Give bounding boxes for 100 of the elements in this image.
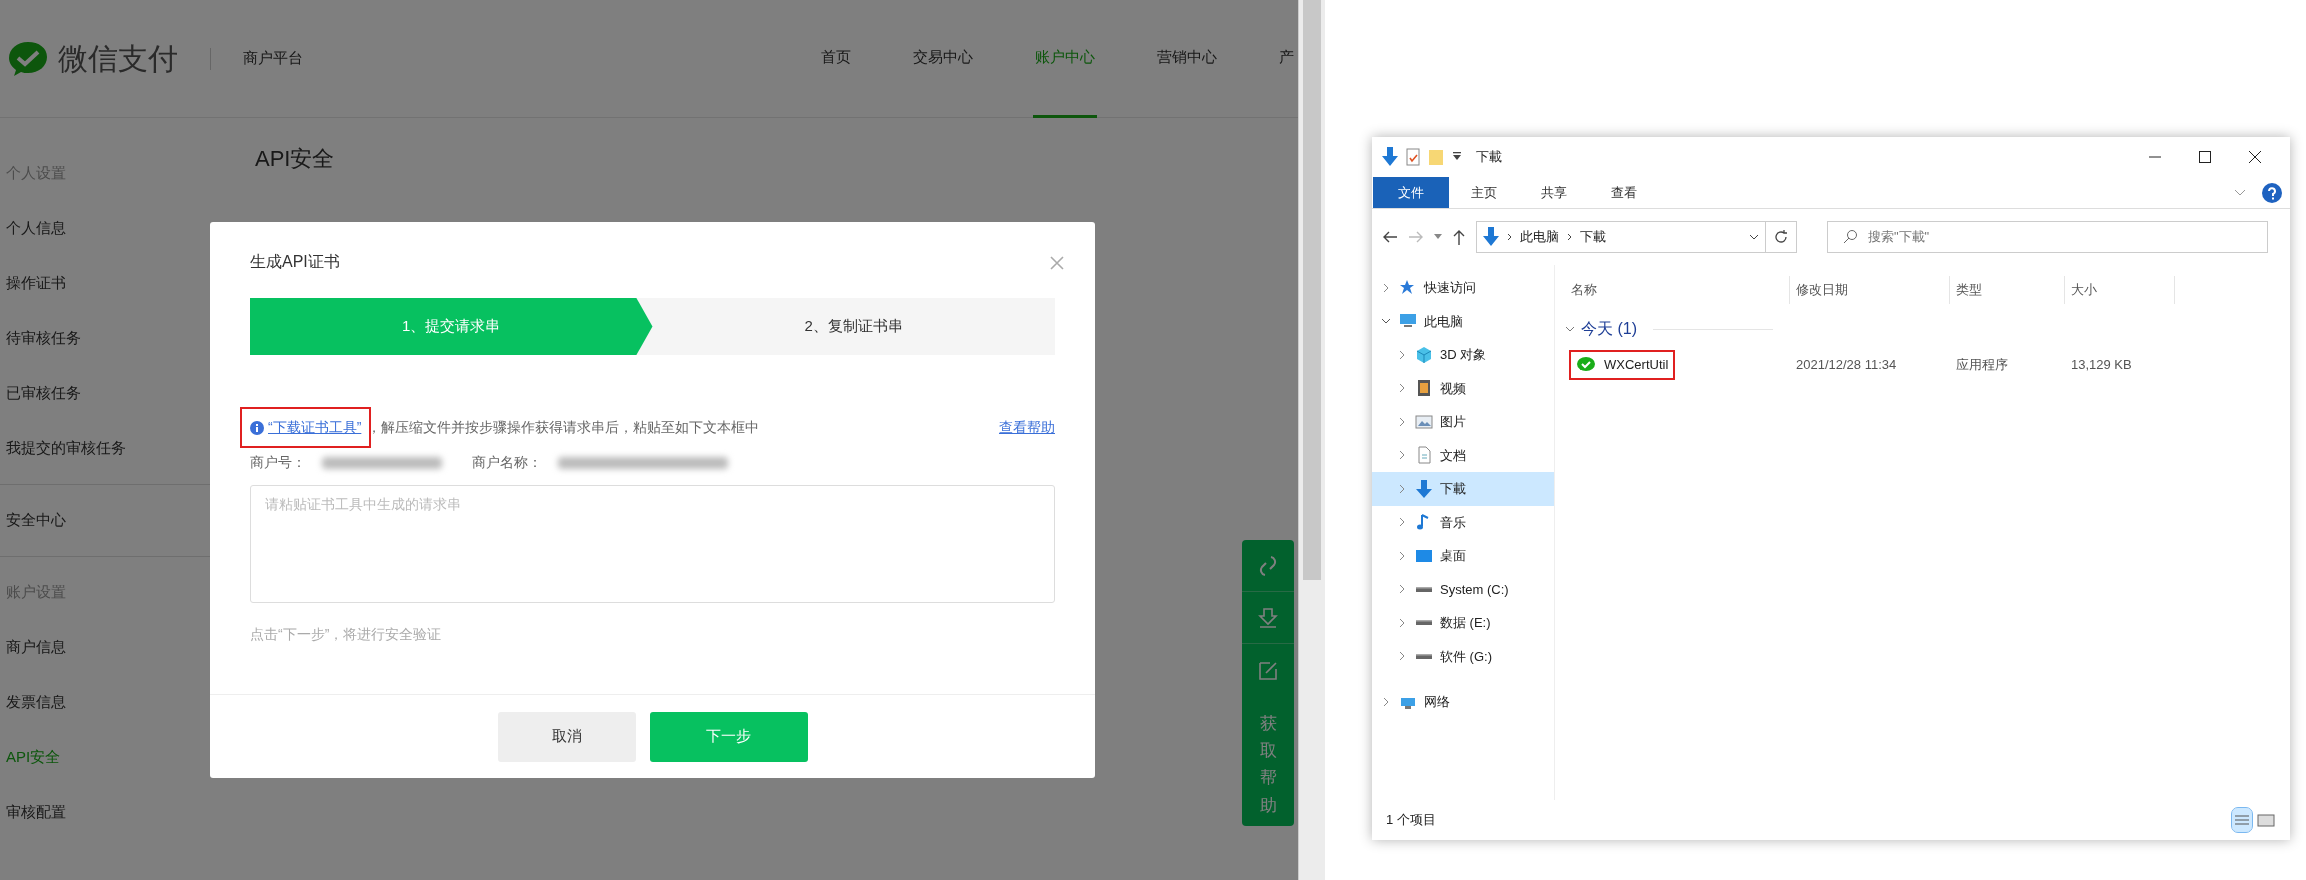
ribbon-tab[interactable]: 主页 [1449, 177, 1519, 208]
chevron-icon [1507, 233, 1512, 241]
properties-icon [1406, 148, 1420, 166]
edit-icon [1258, 659, 1278, 681]
help-icon [2262, 182, 2282, 203]
nav-tree-item[interactable]: 文档 [1372, 438, 1554, 472]
step-label: 2、复制证书串 [804, 316, 903, 337]
nav-tree-item[interactable]: 网络 [1372, 685, 1554, 719]
nav-label[interactable]: 文档 [1440, 445, 1466, 465]
nav-tree-item[interactable]: 图片 [1372, 405, 1554, 439]
film-icon [1415, 379, 1433, 398]
column-header[interactable]: 大小 [2065, 276, 2175, 304]
dialog-title: 生成API证书 [250, 252, 340, 272]
search-icon [1842, 229, 1858, 245]
nav-label[interactable]: 数据 (E:) [1440, 613, 1491, 633]
drive-icon [1416, 620, 1432, 626]
nav-tree-item[interactable]: 数据 (E:) [1372, 606, 1554, 640]
cancel-button[interactable]: 取消 [497, 711, 636, 762]
breadcrumb[interactable]: 下載 [1580, 227, 1606, 247]
nav-tree-item[interactable]: 下載 [1372, 472, 1554, 506]
thumbnail-icon [2256, 811, 2276, 830]
sidebar-item[interactable]: 审核配置 [0, 785, 235, 840]
nav-label[interactable]: System (C:) [1440, 579, 1509, 599]
file-size: 13,129 KB [2071, 357, 2132, 373]
help-link[interactable]: 查看帮助 [999, 417, 1055, 438]
download-arrow-icon [1483, 227, 1499, 247]
ribbon-tab[interactable]: 共享 [1519, 177, 1589, 208]
image-icon [1415, 412, 1433, 431]
logo-text: 微信支付 [58, 41, 178, 77]
nav-label[interactable]: 桌面 [1440, 546, 1466, 566]
nav-tab[interactable]: 营销中心 [1155, 0, 1219, 118]
nav-label[interactable]: 此电脑 [1424, 311, 1463, 331]
chat-bubble-icon [1576, 356, 1596, 374]
column-header[interactable]: 类型 [1950, 276, 2065, 304]
info-icon [250, 420, 264, 435]
platform-name: 商户平台 [243, 48, 303, 69]
instruction-text: ，解压缩文件并按步骤操作获得请求串后，粘贴至如下文本框中 [367, 418, 760, 437]
nav-label[interactable]: 音乐 [1440, 512, 1466, 532]
field-label: 商户号： [250, 453, 306, 472]
status-text: 1 个项目 [1386, 811, 1436, 830]
nav-tree-item[interactable]: System (C:) [1372, 572, 1554, 606]
back-icon [1382, 230, 1398, 244]
nav-tree-item[interactable]: 3D 对象 [1372, 338, 1554, 372]
download-arrow-icon [1382, 147, 1398, 167]
forward-icon [1408, 230, 1424, 244]
refresh-icon [1774, 230, 1788, 244]
nav-label[interactable]: 软件 (G:) [1440, 646, 1492, 666]
dropdown-icon [1749, 234, 1759, 240]
close-icon [1049, 254, 1065, 271]
search-box[interactable]: 搜索"下載" [1827, 221, 2268, 253]
hint-text: 点击“下一步”，将进行安全验证 [250, 625, 443, 644]
nav-tree-item[interactable]: 音乐 [1372, 505, 1554, 539]
window-title: 下載 [1476, 148, 1502, 167]
ribbon-tab[interactable]: 文件 [1373, 177, 1449, 208]
dropdown-icon [1452, 152, 1462, 162]
file-name[interactable]: WXCertUtil [1604, 355, 1669, 375]
address-bar[interactable]: 此电脑 下載 [1476, 221, 1766, 253]
nav-tab[interactable]: 首页 [819, 0, 853, 118]
nav-tree-item[interactable]: 视频 [1372, 371, 1554, 405]
nav-label[interactable]: 3D 对象 [1440, 345, 1487, 365]
file-type: 应用程序 [1956, 357, 2008, 373]
modified-date: 2021/12/28 11:34 [1796, 357, 1897, 373]
page-title: API安全 [255, 145, 335, 173]
nav-tree-item[interactable]: 桌面 [1372, 539, 1554, 573]
document-icon [1415, 446, 1433, 465]
scrollbar[interactable] [1298, 0, 1325, 880]
nav-label[interactable]: 下載 [1440, 479, 1466, 499]
nav-label[interactable]: 图片 [1440, 412, 1466, 432]
step-label: 1、提交请求串 [402, 316, 501, 337]
download-arrow-icon [1415, 479, 1433, 498]
details-view-button[interactable] [2232, 808, 2252, 832]
chevron-icon [2234, 188, 2246, 197]
up-icon [1452, 229, 1466, 245]
column-header[interactable]: 修改日期 [1790, 276, 1950, 304]
request-input[interactable]: 请粘贴证书工具中生成的请求串 [250, 485, 1055, 603]
field-label: 商户名称： [472, 453, 542, 472]
nav-label[interactable]: 快速访问 [1424, 278, 1476, 298]
close-icon [2248, 150, 2262, 164]
folder-icon [1428, 148, 1444, 166]
cube-icon [1415, 345, 1433, 364]
nav-tab[interactable]: 交易中心 [911, 0, 975, 118]
recent-icon [1434, 234, 1442, 240]
refresh-button[interactable] [1765, 221, 1797, 253]
nav-label[interactable]: 视频 [1440, 378, 1466, 398]
nav-tree-item[interactable]: 软件 (G:) [1372, 639, 1554, 673]
nav-tab[interactable]: 产 [1277, 0, 1296, 118]
group-header[interactable]: 今天 (1) [1581, 317, 1637, 341]
download-link[interactable]: “下载证书工具” [268, 417, 362, 438]
link-icon [1258, 554, 1278, 577]
download-icon [1258, 606, 1278, 629]
column-header[interactable]: 名称 [1565, 276, 1790, 304]
drive-icon [1416, 586, 1432, 592]
nav-tree-item[interactable]: 此电脑 [1372, 304, 1554, 338]
drive-icon [1416, 653, 1432, 659]
breadcrumb[interactable]: 此电脑 [1520, 227, 1559, 247]
nav-tree-item[interactable]: 快速访问 [1372, 271, 1554, 305]
nav-label[interactable]: 网络 [1424, 692, 1450, 712]
maximize-icon [2198, 150, 2212, 164]
chevron-icon [1567, 233, 1572, 241]
ribbon-tab[interactable]: 查看 [1589, 177, 1659, 208]
